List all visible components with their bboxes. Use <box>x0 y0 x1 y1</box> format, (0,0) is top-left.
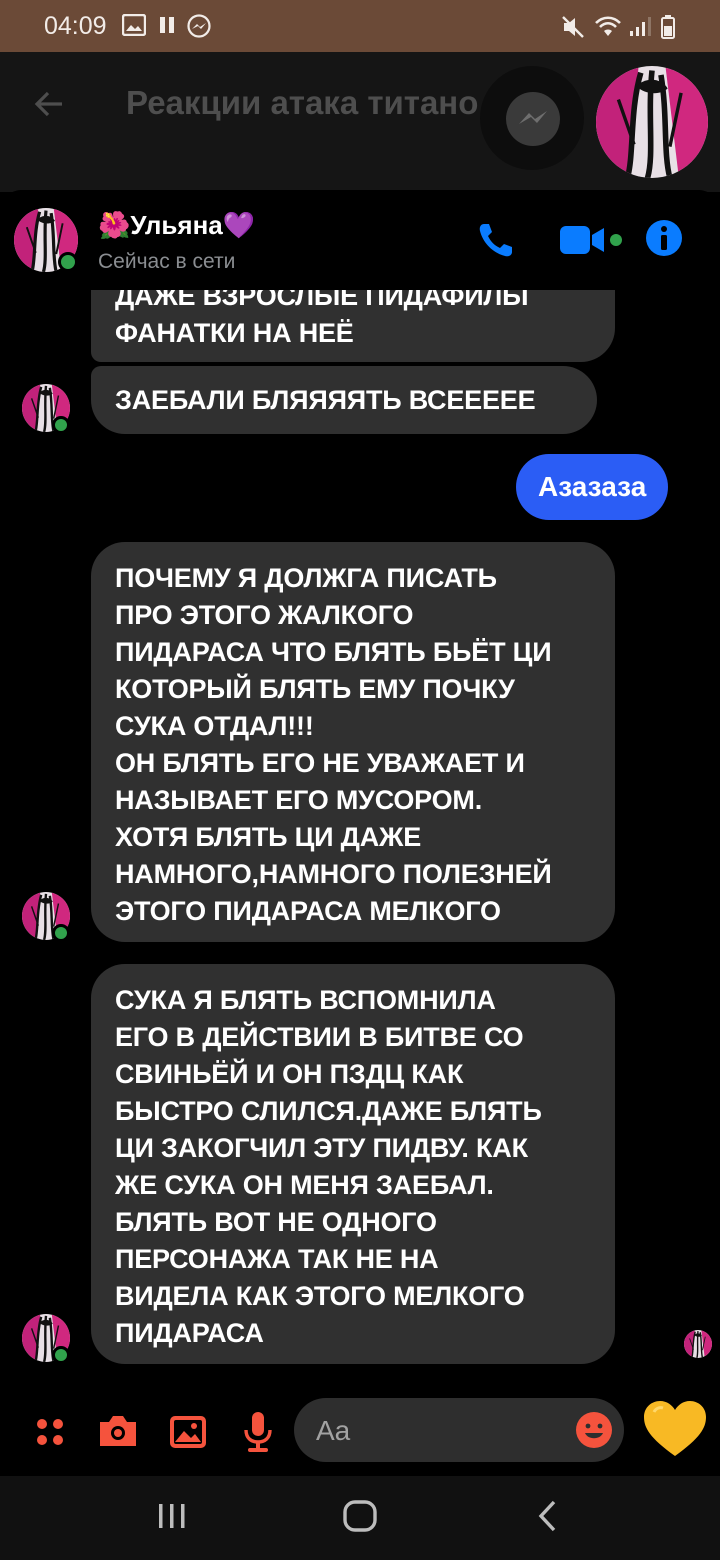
hibiscus-emoji: 🌺 <box>98 210 131 240</box>
message-input-placeholder: Aa <box>316 1415 351 1446</box>
back-icon[interactable] <box>530 1496 566 1536</box>
purple-heart-emoji: 💜 <box>222 210 256 240</box>
background-app-title: Реакции атака титано <box>126 84 479 121</box>
yellow-heart-icon[interactable] <box>640 1398 710 1462</box>
chat-header: 🌺Ульяна💜 Сейчас в сети <box>0 190 720 290</box>
messenger-chat-head[interactable] <box>480 66 584 170</box>
incoming-message[interactable]: ЗАЕБАЛИ БЛЯЯЯЯТЬ ВСЕЕЕЕЕ <box>91 366 597 434</box>
system-nav-bar <box>0 1476 720 1560</box>
message-list[interactable]: ДАЖЕ ВЗРОСЛЫЕ ПИДАФИЛЫ ФАНАТКИ НА НЕЁ ЗА… <box>0 190 720 1390</box>
avatar <box>596 66 708 178</box>
emoji-icon[interactable] <box>574 1410 614 1450</box>
incoming-message[interactable]: ПОЧЕМУ Я ДОЛЖГА ПИСАТЬ ПРО ЭТОГО ЖАЛКОГО… <box>91 542 615 942</box>
info-icon[interactable] <box>644 218 684 258</box>
home-icon[interactable] <box>338 1496 382 1536</box>
gallery-icon <box>122 14 146 36</box>
message-input[interactable]: Aa <box>294 1398 624 1462</box>
microphone-icon[interactable] <box>236 1404 280 1460</box>
contact-name[interactable]: 🌺Ульяна💜 <box>98 210 255 241</box>
recent-apps-icon[interactable] <box>154 1496 190 1536</box>
pause-icon <box>160 17 174 33</box>
online-indicator <box>58 252 78 272</box>
online-indicator <box>52 1346 70 1364</box>
chat-panel: ДАЖЕ ВЗРОСЛЫЕ ПИДАФИЛЫ ФАНАТКИ НА НЕЁ ЗА… <box>0 190 720 1476</box>
messenger-icon <box>187 14 211 38</box>
back-arrow-icon <box>34 91 62 117</box>
status-bar: 04:09 <box>0 0 720 52</box>
phone-icon[interactable] <box>476 220 516 260</box>
camera-icon[interactable] <box>96 1404 140 1460</box>
composer-bar: Aa <box>0 1390 720 1476</box>
status-time: 04:09 <box>44 12 107 40</box>
online-indicator <box>52 416 70 434</box>
online-indicator <box>52 924 70 942</box>
gallery-icon[interactable] <box>166 1404 210 1460</box>
contact-status: Сейчас в сети <box>98 250 236 273</box>
mute-icon <box>562 16 584 38</box>
outgoing-message[interactable]: Азазаза <box>516 454 669 520</box>
battery-icon <box>661 15 675 39</box>
incoming-message[interactable]: СУКА Я БЛЯТЬ ВСПОМНИЛА ЕГО В ДЕЙСТВИИ В … <box>91 964 615 1364</box>
apps-icon[interactable] <box>28 1404 72 1460</box>
contact-chat-head[interactable] <box>596 66 708 178</box>
messenger-icon <box>519 111 547 124</box>
signal-icon <box>630 17 651 36</box>
read-receipt-avatar <box>684 1330 712 1358</box>
video-icon[interactable] <box>558 220 624 260</box>
wifi-icon <box>595 16 621 36</box>
